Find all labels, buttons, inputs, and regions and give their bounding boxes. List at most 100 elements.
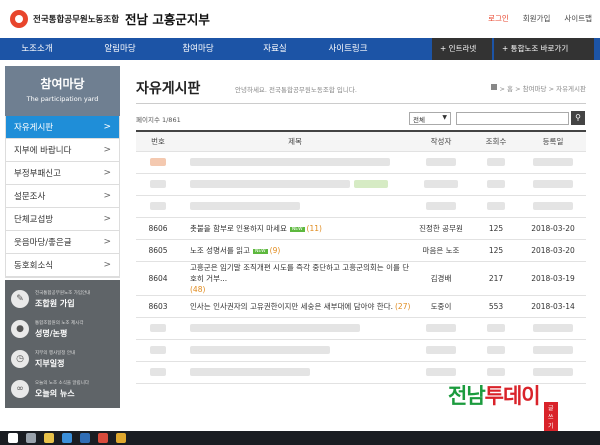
blurred-text (426, 201, 456, 210)
nav-item-archive[interactable]: 자료실 (247, 38, 303, 60)
post-title-cell[interactable]: 노조 성명서를 읽고 NEW (9) (180, 245, 410, 256)
site-logo[interactable]: 전국통합공무원노동조합 전남 고흥군지부 (10, 9, 210, 28)
blurred-text (487, 367, 505, 376)
blurred-text (533, 345, 573, 354)
quick-link-statements[interactable]: ● 통합조합원의 노조 제시각 성명/논평 (5, 314, 120, 344)
chevron-right-icon: > (103, 145, 111, 155)
post-number: 8605 (148, 246, 168, 255)
blurred-text (190, 201, 300, 210)
table-row[interactable]: 8603 인사는 인사권자의 고유권한이지만 세숭은 새부대에 담아야 한다.(… (136, 296, 586, 318)
col-header-hits: 조회수 (485, 137, 507, 146)
sitemap-link[interactable]: 사이트맵 (564, 13, 592, 24)
nav-item-participation[interactable]: 참여마당 (170, 38, 226, 60)
post-hits: 217 (488, 274, 504, 283)
blurred-text (426, 367, 456, 376)
edge-browser-icon[interactable] (80, 433, 90, 443)
table-row[interactable]: 8606 촛불을 함부로 인용하지 마세요 NEW (11) 진정한 공무원 125… (136, 218, 586, 240)
quick-link-join[interactable]: ✎ 전국통합공무원노조 가입안내 조합원 가입 (5, 284, 120, 314)
page-title: 자유게시판 (136, 81, 201, 97)
blurred-text (150, 323, 166, 332)
utility-links: 로그인 회원가입 사이트맵 (474, 13, 592, 24)
post-hits: 125 (488, 224, 504, 233)
sidebar-item-label: 부정부패신고 (14, 169, 61, 179)
sidebar-item-label: 단체교섭방 (14, 215, 54, 225)
nav-item-intro[interactable]: 노조소개 (14, 38, 60, 60)
sidebar-item-bargaining[interactable]: 단체교섭방 > (6, 208, 119, 231)
signup-link[interactable]: 회원가입 (523, 13, 551, 24)
post-writer: 김경배 (430, 274, 452, 283)
quick-link-label: 오늘의 뉴스 (35, 388, 75, 398)
microphone-icon: ● (11, 320, 29, 338)
sidebar-item-humor[interactable]: 웃음마당/좋은글 > (6, 231, 119, 254)
blurred-text (150, 201, 166, 210)
watermark-logo: 전남투데이 글쓰기 (448, 380, 558, 431)
quick-link-news[interactable]: ∞ 오늘의 노조 소식을 알립니다 오늘의 뉴스 (5, 374, 120, 404)
post-title-cell[interactable]: 인사는 인사권자의 고유권한이지만 세숭은 새부대에 담아야 한다. (27) (180, 301, 410, 312)
comment-count: (27) (395, 302, 410, 311)
table-row-blurred (136, 174, 586, 196)
blurred-text (424, 179, 458, 188)
nav-item-notice[interactable]: 알림마당 (92, 38, 148, 60)
table-row[interactable]: 8605 노조 성명서를 읽고 NEW (9) 마음은 노조 125 2018-03… (136, 240, 586, 262)
post-title[interactable]: 촛불을 함부로 인용하지 마세요 (190, 224, 287, 233)
greeting-text: 안녕하세요. 전국통합공무원노동조합 입니다. (235, 86, 357, 94)
sidebar-item-label: 설문조사 (14, 192, 46, 202)
search-icon[interactable] (26, 433, 36, 443)
intranet-link[interactable]: + 인트라넷 (432, 38, 492, 60)
blurred-text (487, 179, 505, 188)
post-title[interactable]: 고흥군은 임기말 조직개편 시도를 즉각 중단하고 고흥군의회는 이를 단호히 … (190, 263, 409, 283)
sidebar-item-requests[interactable]: 지부에 바랍니다 > (6, 139, 119, 162)
col-header-title: 제목 (288, 137, 302, 146)
chevron-right-icon: > (103, 168, 111, 178)
sidebar-item-clubs[interactable]: 동호회소식 > (6, 254, 119, 277)
store-icon[interactable] (62, 433, 72, 443)
sidebar-header: 참여마당 The participation yard (5, 66, 120, 116)
folder-icon[interactable] (44, 433, 54, 443)
windows-start-icon[interactable] (8, 433, 18, 443)
blurred-text (533, 157, 573, 166)
post-title-cell[interactable]: 촛불을 함부로 인용하지 마세요 NEW (11) (180, 223, 410, 234)
branch-name: 전남 고흥군지부 (125, 12, 210, 27)
blurred-text (533, 201, 573, 210)
sidebar-item-label: 웃음마당/좋은글 (14, 238, 72, 248)
post-title-cell[interactable]: 고흥군은 임기말 조직개편 시도를 즉각 중단하고 고흥군의회는 이를 단호히 … (180, 262, 410, 295)
blurred-text (533, 179, 573, 188)
main-content: 자유게시판 안녕하세요. 전국통합공무원노동조합 입니다. > 홈 > 참여마당… (136, 70, 586, 384)
board-toolbar: 페이지수 1/861 전체 ▼ ⚲ (136, 104, 586, 130)
watermark-brand-a: 전남 (448, 384, 486, 408)
union-logo-icon (10, 9, 28, 28)
write-button[interactable]: 글쓰기 (544, 402, 558, 431)
search-button[interactable]: ⚲ (571, 111, 585, 125)
union-shortcut-link[interactable]: + 통합노조 바로가기 (494, 38, 594, 60)
nav-item-sitelinks[interactable]: 사이트링크 (318, 38, 378, 60)
quick-link-caption: 지부의 행사일정 안내 (35, 350, 76, 356)
post-date: 2018-03-20 (531, 224, 575, 233)
sidebar-item-free-board[interactable]: 자유게시판 > (6, 116, 119, 139)
blurred-text (150, 345, 166, 354)
sidebar-item-corruption-report[interactable]: 부정부패신고 > (6, 162, 119, 185)
comment-count: (11) (306, 224, 322, 233)
home-icon[interactable] (490, 84, 497, 90)
chevron-right-icon: > (103, 214, 111, 224)
table-header: 번호 제목 작성자 조회수 등록일 (136, 132, 586, 152)
table-row[interactable]: 8604 고흥군은 임기말 조직개편 시도를 즉각 중단하고 고흥군의회는 이를… (136, 262, 586, 296)
chevron-right-icon: > (103, 237, 111, 247)
blurred-text (487, 345, 505, 354)
link-icon: ∞ (11, 380, 29, 398)
quick-link-label: 조합원 가입 (35, 298, 75, 308)
top-header: 전국통합공무원노동조합 전남 고흥군지부 로그인 회원가입 사이트맵 (0, 0, 600, 38)
post-hits: 553 (488, 302, 504, 311)
post-title[interactable]: 노조 성명서를 읽고 (190, 246, 250, 255)
login-link[interactable]: 로그인 (488, 13, 509, 24)
sidebar-item-survey[interactable]: 설문조사 > (6, 185, 119, 208)
sidebar-item-label: 자유게시판 (14, 123, 54, 133)
search-input[interactable] (456, 112, 569, 125)
quick-link-caption: 전국통합공무원노조 가입안내 (35, 290, 91, 296)
chrome-browser-icon[interactable] (98, 433, 108, 443)
search-scope-value: 전체 (413, 116, 425, 124)
quick-link-schedule[interactable]: ◷ 지부의 행사일정 안내 지부일정 (5, 344, 120, 374)
table-row-blurred (136, 318, 586, 340)
app-icon[interactable] (116, 433, 126, 443)
search-scope-select[interactable]: 전체 ▼ (409, 112, 451, 125)
post-title[interactable]: 인사는 인사권자의 고유권한이지만 세숭은 새부대에 담아야 한다. (190, 302, 393, 311)
